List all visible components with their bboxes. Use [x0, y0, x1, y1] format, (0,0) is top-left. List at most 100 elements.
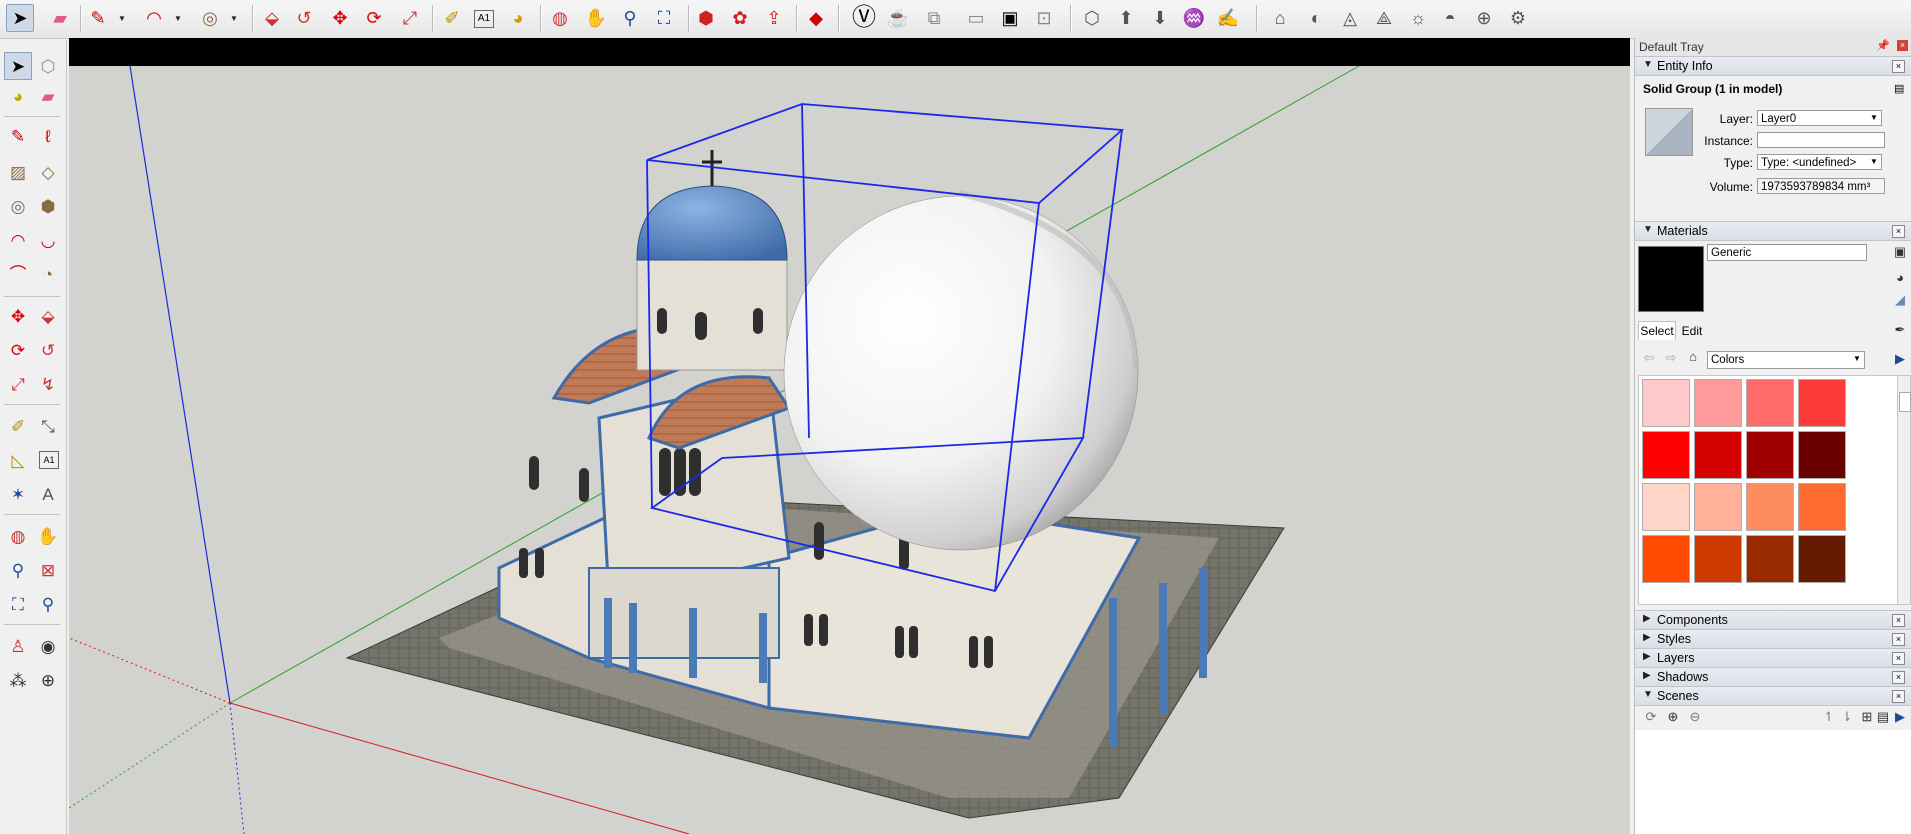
panel-header-shadows[interactable]: ▶ Shadows × [1635, 667, 1911, 687]
close-icon[interactable]: × [1892, 60, 1905, 73]
instance-input[interactable] [1757, 132, 1885, 148]
chevron-down-icon[interactable]: ▼ [174, 14, 183, 23]
orbit-icon[interactable]: ◍ [4, 522, 32, 550]
extension-warehouse-icon[interactable]: ✿ [726, 4, 754, 32]
arc-icon[interactable]: ◠ [140, 4, 168, 32]
view-options-icon[interactable]: ⊞ [1859, 709, 1875, 725]
orbit-icon[interactable]: ◍ [546, 4, 574, 32]
xray-icon[interactable]: ◐ [1302, 4, 1330, 32]
look-around-icon[interactable]: ◉ [34, 632, 62, 660]
walk-icon[interactable]: ⁂ [4, 666, 32, 694]
back-arrow-icon[interactable]: ⇦ [1641, 350, 1657, 366]
remove-scene-icon[interactable]: ⊖ [1687, 709, 1703, 725]
offset-icon[interactable]: ↯ [34, 370, 62, 398]
zoom-icon[interactable]: ⚲ [4, 556, 32, 584]
color-swatch[interactable] [1694, 483, 1742, 531]
color-swatch[interactable] [1642, 535, 1690, 583]
solid-inspector-icon[interactable]: Ⓥ [850, 4, 878, 32]
color-swatch[interactable] [1798, 431, 1846, 479]
follow-me-icon[interactable]: ↺ [290, 4, 318, 32]
color-swatch[interactable] [1642, 379, 1690, 427]
polygon-icon[interactable]: ⬢ [34, 192, 62, 220]
pencil-icon[interactable]: ✎ [84, 4, 112, 32]
toggle-details-icon[interactable]: ▤ [1875, 709, 1891, 725]
sample-paint-icon[interactable]: ◢ [1892, 292, 1908, 308]
panel-header-layers[interactable]: ▶ Layers × [1635, 648, 1911, 668]
close-icon[interactable]: × [1892, 633, 1905, 646]
add-scene-icon[interactable]: ⊕ [1665, 709, 1681, 725]
move-down-icon[interactable]: ⇂ [1839, 709, 1855, 725]
tape-measure-icon[interactable]: ✐ [438, 4, 466, 32]
rectangle-icon[interactable]: ▨ [4, 158, 32, 186]
move-up-icon[interactable]: ↿ [1821, 709, 1837, 725]
scale-icon[interactable]: ⤢ [396, 4, 424, 32]
create-material-icon[interactable]: ▣ [1892, 244, 1908, 260]
chevron-down-icon[interactable]: ▼ [118, 14, 127, 23]
subtract-icon[interactable]: ▣ [996, 4, 1024, 32]
details-arrow-icon[interactable]: ▶ [1892, 709, 1908, 725]
wireframe-icon[interactable]: ⟁ [1370, 4, 1398, 32]
zoom-extents-icon[interactable]: ⛶ [4, 590, 32, 618]
pin-icon[interactable]: 📌 [1876, 39, 1890, 52]
model-viewport[interactable] [69, 38, 1630, 834]
color-swatch[interactable] [1746, 535, 1794, 583]
entity-info-header[interactable]: ▼ Entity Info × [1635, 56, 1911, 76]
share-model-icon[interactable]: ⇪ [760, 4, 788, 32]
protractor-icon[interactable]: ◺ [4, 446, 32, 474]
intersect-icon[interactable]: ⧉ [920, 4, 948, 32]
zoom-window-icon[interactable]: ⊠ [34, 556, 62, 584]
3d-text-icon[interactable]: A [34, 480, 62, 508]
material-preview-swatch[interactable] [1645, 108, 1693, 156]
union-icon[interactable]: ▭ [962, 4, 990, 32]
close-icon[interactable]: × [1892, 652, 1905, 665]
panel-header-components[interactable]: ▶ Components × [1635, 610, 1911, 630]
sandbox-smoove-icon[interactable]: ✍ [1214, 4, 1242, 32]
pie-icon[interactable]: ◔ [34, 260, 62, 288]
follow-me-icon[interactable]: ↺ [34, 336, 62, 364]
model-scene[interactable] [69, 38, 1630, 834]
color-swatch[interactable] [1798, 483, 1846, 531]
dimension-icon[interactable]: ⤡ [34, 412, 62, 440]
close-icon[interactable]: × [1897, 40, 1908, 51]
rotate-icon[interactable]: ⟳ [360, 4, 388, 32]
close-icon[interactable]: × [1892, 225, 1905, 238]
eraser-icon[interactable]: ▰ [46, 4, 74, 32]
axes-icon[interactable]: ✶ [4, 480, 32, 508]
color-swatch[interactable] [1798, 379, 1846, 427]
scale-icon[interactable]: ⤢ [4, 370, 32, 398]
materials-header[interactable]: ▼ Materials × [1635, 221, 1911, 241]
color-swatch[interactable] [1694, 379, 1742, 427]
tape-measure-icon[interactable]: ✐ [4, 412, 32, 440]
shadow-icon[interactable]: ⌂ [1266, 4, 1294, 32]
select-icon[interactable]: ➤ [6, 4, 34, 32]
color-swatch[interactable] [1746, 379, 1794, 427]
previous-view-icon[interactable]: ⚲ [34, 590, 62, 618]
top-view-icon[interactable]: ⬆ [1112, 4, 1140, 32]
close-icon[interactable]: × [1892, 690, 1905, 703]
arc-icon[interactable]: ◠ [4, 226, 32, 254]
zoom-icon[interactable]: ⚲ [616, 4, 644, 32]
refresh-icon[interactable]: ⟳ [1643, 709, 1659, 725]
toggle-details-icon[interactable]: ▤ [1894, 82, 1906, 95]
details-arrow-icon[interactable]: ▶ [1892, 351, 1908, 367]
front-view-icon[interactable]: ⬇ [1146, 4, 1174, 32]
scrollbar-thumb[interactable] [1899, 392, 1911, 412]
panel-header-styles[interactable]: ▶ Styles × [1635, 629, 1911, 649]
chevron-down-icon[interactable]: ▼ [230, 14, 239, 23]
library-select[interactable]: Colors ▼ [1707, 351, 1865, 369]
layer-select[interactable]: Layer0 ▼ [1757, 110, 1882, 126]
sun-icon[interactable]: ☼ [1404, 4, 1432, 32]
color-swatch[interactable] [1642, 483, 1690, 531]
close-icon[interactable]: × [1892, 671, 1905, 684]
move-icon[interactable]: ✥ [326, 4, 354, 32]
tab-edit[interactable]: Edit [1677, 322, 1707, 340]
circle-icon[interactable]: ◎ [4, 192, 32, 220]
two-point-arc-icon[interactable]: ◡ [34, 226, 62, 254]
line-icon[interactable]: ✎ [4, 122, 32, 150]
scenes-header[interactable]: ▼ Scenes × [1635, 686, 1911, 706]
pan-icon[interactable]: ✋ [582, 4, 610, 32]
chevron-down-icon[interactable]: ▼ [1851, 353, 1863, 365]
iso-view-icon[interactable]: ⬡ [1078, 4, 1106, 32]
paint-bucket-icon[interactable]: ◕ [1892, 270, 1908, 286]
text-icon[interactable]: A1 [39, 451, 59, 469]
